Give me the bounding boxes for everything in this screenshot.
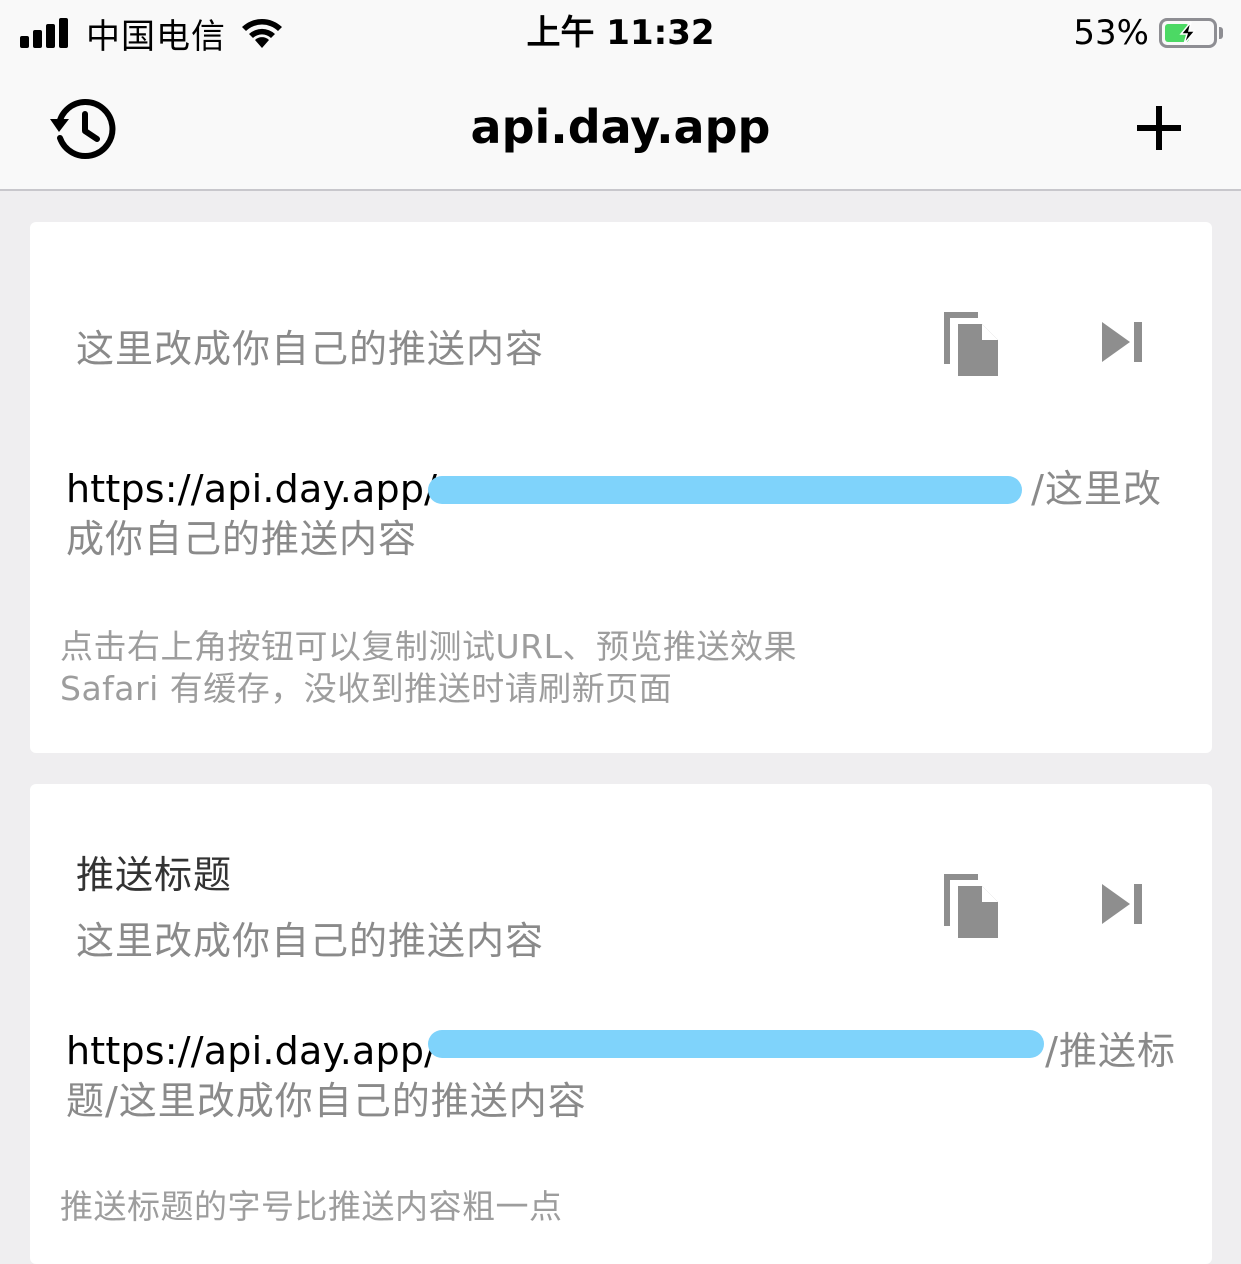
redaction-mark xyxy=(428,1030,1044,1058)
url-prefix: https://api.day.app/ xyxy=(66,1029,438,1073)
hint-line: 点击右上角按钮可以复制测试URL、预览推送效果 xyxy=(60,627,797,666)
skip-next-icon[interactable] xyxy=(1098,880,1146,928)
url-prefix: https://api.day.app/ xyxy=(66,467,438,511)
battery-icon xyxy=(1159,18,1217,48)
navigation-bar: api.day.app xyxy=(0,66,1241,191)
card-hint: 推送标题的字号比推送内容粗一点 xyxy=(60,1186,563,1228)
redaction-mark xyxy=(428,476,1022,504)
status-time: 上午 11:32 xyxy=(526,13,715,53)
push-example-card: 这里改成你自己的推送内容 https://api.day.app//这里改成你自… xyxy=(30,222,1212,753)
page-title: api.day.app xyxy=(470,100,771,154)
charging-bolt-icon xyxy=(1179,21,1197,45)
card-title-text: 推送标题 xyxy=(76,853,233,897)
card-body-text: 这里改成你自己的推送内容 xyxy=(76,327,545,371)
card-body-text: 这里改成你自己的推送内容 xyxy=(76,919,545,963)
hint-line: Safari 有缓存，没收到推送时请刷新页面 xyxy=(60,669,673,708)
card-hint: 点击右上角按钮可以复制测试URL、预览推送效果 Safari 有缓存，没收到推送… xyxy=(60,626,797,710)
skip-next-icon[interactable] xyxy=(1098,318,1146,366)
status-bar: 中国电信 上午 11:32 53% xyxy=(0,0,1241,66)
push-example-card-with-title: 推送标题 这里改成你自己的推送内容 https://api.day.app//推… xyxy=(30,784,1212,1264)
copy-icon[interactable] xyxy=(938,308,1002,380)
battery-percent: 53% xyxy=(1073,13,1149,53)
battery-cap xyxy=(1219,27,1223,39)
plus-icon[interactable] xyxy=(1133,102,1185,154)
hint-line: 推送标题的字号比推送内容粗一点 xyxy=(60,1187,563,1226)
status-right: 53% xyxy=(1073,10,1223,56)
copy-icon[interactable] xyxy=(938,870,1002,942)
